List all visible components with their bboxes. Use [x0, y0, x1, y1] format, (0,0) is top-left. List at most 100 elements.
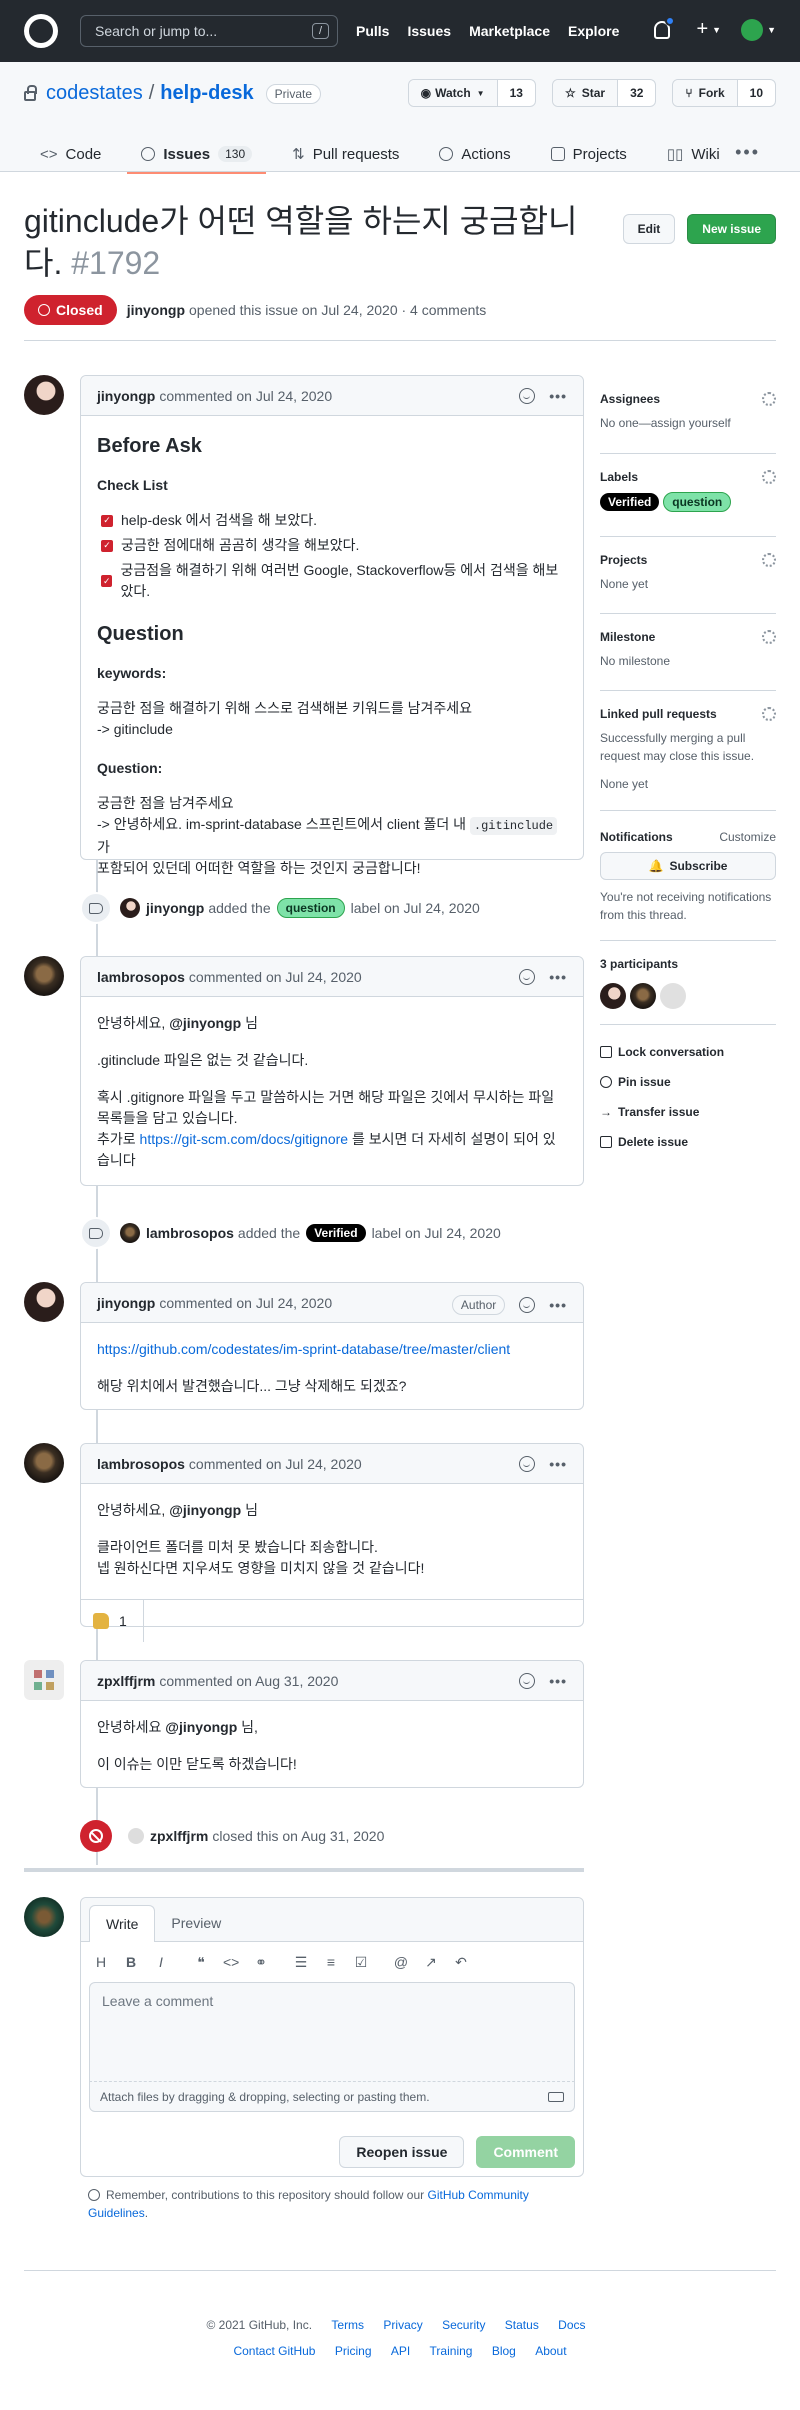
- assign-yourself-link[interactable]: No one—assign yourself: [600, 414, 776, 432]
- checkbox-checked-icon[interactable]: ✓: [101, 514, 113, 527]
- footer-link-terms[interactable]: Terms: [331, 2318, 364, 2332]
- label-verified[interactable]: Verified: [600, 493, 660, 511]
- nav-marketplace[interactable]: Marketplace: [469, 23, 550, 39]
- comment-author[interactable]: lambrosopos: [97, 969, 185, 985]
- footer-link-status[interactable]: Status: [505, 2318, 539, 2332]
- transfer-issue-link[interactable]: → Transfer issue: [600, 1105, 776, 1119]
- nav-issues[interactable]: Issues: [407, 23, 451, 39]
- footer-link-blog[interactable]: Blog: [492, 2344, 516, 2358]
- comment-options-icon[interactable]: •••: [549, 1673, 567, 1689]
- avatar[interactable]: [24, 1660, 64, 1700]
- comment-author[interactable]: lambrosopos: [97, 1456, 185, 1472]
- tab-wiki[interactable]: ▯▯ Wiki: [667, 136, 720, 172]
- delete-issue-link[interactable]: Delete issue: [600, 1135, 776, 1149]
- star-count[interactable]: 32: [618, 80, 655, 106]
- avatar[interactable]: [24, 1443, 64, 1483]
- fork-button[interactable]: ⑂ Fork: [673, 80, 738, 106]
- tab-actions[interactable]: Actions: [439, 136, 511, 172]
- tab-preview[interactable]: Preview: [155, 1905, 237, 1941]
- bold-icon[interactable]: B: [123, 1954, 139, 1970]
- tab-write[interactable]: Write: [89, 1905, 156, 1942]
- watch-button[interactable]: ◉ Watch ▼: [408, 80, 498, 106]
- github-logo-icon[interactable]: [24, 14, 58, 48]
- repo-name-link[interactable]: help-desk: [160, 82, 253, 105]
- add-reaction-icon[interactable]: [519, 388, 536, 404]
- footer-link-training[interactable]: Training: [430, 2344, 473, 2358]
- event-actor[interactable]: jinyongp: [146, 900, 204, 916]
- fork-count[interactable]: 10: [738, 80, 775, 106]
- mention-icon[interactable]: @: [393, 1954, 409, 1970]
- comment-author[interactable]: zpxlffjrm: [97, 1673, 155, 1689]
- label-question[interactable]: question: [663, 492, 732, 512]
- comment-options-icon[interactable]: •••: [549, 1456, 567, 1472]
- reopen-issue-button[interactable]: Reopen issue: [339, 2136, 465, 2168]
- gear-icon[interactable]: [762, 553, 776, 567]
- repo-owner-link[interactable]: codestates: [46, 82, 143, 105]
- create-new-plus-icon[interactable]: +: [696, 18, 708, 41]
- customize-link[interactable]: Customize: [719, 830, 776, 844]
- watch-count[interactable]: 13: [498, 80, 535, 106]
- footer-link-security[interactable]: Security: [442, 2318, 485, 2332]
- italic-icon[interactable]: I: [153, 1954, 169, 1970]
- tab-code[interactable]: <> Code: [40, 136, 101, 172]
- comment-date[interactable]: commented on Jul 24, 2020: [189, 1456, 362, 1472]
- event-date[interactable]: label on Jul 24, 2020: [351, 900, 480, 916]
- edit-button[interactable]: Edit: [622, 214, 676, 244]
- checkbox-checked-icon[interactable]: ✓: [101, 575, 113, 587]
- comment-date[interactable]: commented on Jul 24, 2020: [159, 388, 332, 404]
- avatar[interactable]: [24, 956, 64, 996]
- event-date[interactable]: label on Jul 24, 2020: [372, 1225, 501, 1241]
- quote-icon[interactable]: ❝: [193, 1954, 209, 1971]
- bulleted-list-icon[interactable]: ☰: [293, 1954, 309, 1971]
- footer-link-about[interactable]: About: [535, 2344, 566, 2358]
- more-options-icon[interactable]: •••: [735, 142, 760, 163]
- subscribe-button[interactable]: 🔔 Subscribe: [600, 852, 776, 880]
- avatar[interactable]: [24, 1897, 64, 1937]
- avatar[interactable]: [128, 1828, 144, 1844]
- tab-projects[interactable]: Projects: [550, 136, 627, 172]
- gear-icon[interactable]: [762, 630, 776, 644]
- issue-author-link[interactable]: jinyongp: [127, 302, 185, 318]
- avatar[interactable]: [24, 375, 64, 415]
- comment-author[interactable]: jinyongp: [97, 388, 155, 404]
- add-reaction-icon[interactable]: [519, 1673, 536, 1689]
- thumbs-up-reaction[interactable]: 1: [93, 1599, 144, 1642]
- pin-issue-link[interactable]: Pin issue: [600, 1075, 776, 1089]
- event-date[interactable]: closed this on Aug 31, 2020: [212, 1828, 384, 1844]
- task-list-icon[interactable]: ☑: [353, 1954, 369, 1971]
- comment-author[interactable]: jinyongp: [97, 1295, 155, 1311]
- link-icon[interactable]: ⚭: [253, 1954, 269, 1971]
- lock-conversation-link[interactable]: Lock conversation: [600, 1045, 776, 1059]
- comment-options-icon[interactable]: •••: [549, 1297, 567, 1313]
- user-avatar[interactable]: [741, 18, 764, 41]
- nav-explore[interactable]: Explore: [568, 23, 619, 39]
- comment-textarea[interactable]: Leave a comment: [89, 1982, 575, 2082]
- new-issue-button[interactable]: New issue: [687, 214, 776, 244]
- footer-link-docs[interactable]: Docs: [558, 2318, 585, 2332]
- client-folder-link[interactable]: https://github.com/codestates/im-sprint-…: [97, 1341, 510, 1357]
- add-reaction-icon[interactable]: [519, 969, 536, 985]
- label-verified[interactable]: Verified: [306, 1224, 366, 1242]
- gitignore-docs-link[interactable]: https://git-scm.com/docs/gitignore: [140, 1131, 349, 1147]
- code-icon[interactable]: <>: [223, 1954, 239, 1970]
- search-input[interactable]: Search or jump to... /: [80, 15, 338, 47]
- footer-link-api[interactable]: API: [391, 2344, 410, 2358]
- tab-issues[interactable]: Issues 130: [127, 136, 266, 174]
- comment-options-icon[interactable]: •••: [549, 388, 567, 404]
- footer-link-pricing[interactable]: Pricing: [335, 2344, 372, 2358]
- star-button[interactable]: ☆ Star: [552, 80, 619, 106]
- label-question[interactable]: question: [276, 898, 345, 918]
- footer-link-privacy[interactable]: Privacy: [383, 2318, 422, 2332]
- gear-icon[interactable]: [762, 392, 776, 406]
- gear-icon[interactable]: [762, 707, 776, 721]
- comment-date[interactable]: commented on Jul 24, 2020: [189, 969, 362, 985]
- attach-files-area[interactable]: Attach files by dragging & dropping, sel…: [89, 2082, 575, 2112]
- numbered-list-icon[interactable]: ≡: [323, 1954, 339, 1970]
- avatar[interactable]: [120, 1223, 140, 1243]
- user-mention[interactable]: @jinyongp: [169, 1502, 241, 1518]
- heading-icon[interactable]: H: [93, 1954, 109, 1970]
- comment-date[interactable]: commented on Aug 31, 2020: [159, 1673, 338, 1689]
- participant-avatar[interactable]: [600, 983, 626, 1009]
- event-actor[interactable]: lambrosopos: [146, 1225, 234, 1241]
- user-mention[interactable]: @jinyongp: [169, 1015, 241, 1031]
